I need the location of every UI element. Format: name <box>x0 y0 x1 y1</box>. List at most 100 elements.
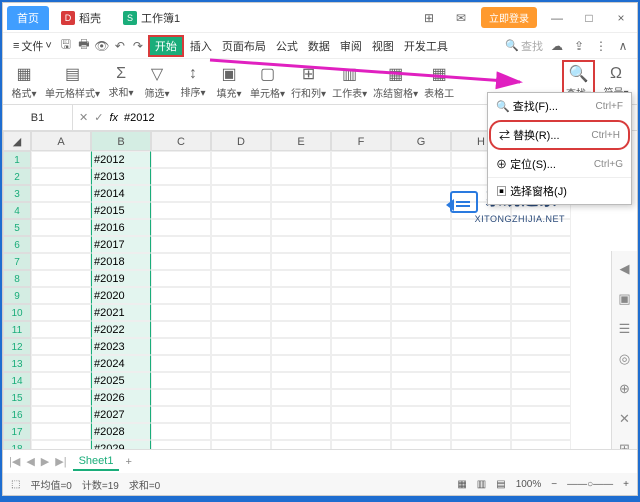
row-header[interactable]: 6 <box>3 236 31 253</box>
cell[interactable] <box>391 406 451 423</box>
cell[interactable] <box>211 321 271 338</box>
cell[interactable] <box>331 287 391 304</box>
dropdown-goto[interactable]: ⊕ 定位(S)... Ctrl+G <box>488 151 631 177</box>
cell[interactable] <box>271 185 331 202</box>
cell[interactable] <box>331 219 391 236</box>
row-header[interactable]: 12 <box>3 338 31 355</box>
cell[interactable] <box>31 287 91 304</box>
tab-workbook[interactable]: S工作簿1 <box>113 6 190 30</box>
cell[interactable] <box>151 389 211 406</box>
cell[interactable] <box>451 355 511 372</box>
cell[interactable] <box>511 389 571 406</box>
cell[interactable] <box>331 389 391 406</box>
dropdown-replace[interactable]: ⇄ 替换(R)... Ctrl+H <box>489 120 630 150</box>
dropdown-select-pane[interactable]: ▣ 选择窗格(J) <box>488 178 631 204</box>
close-button[interactable]: × <box>609 11 633 25</box>
tool-filter[interactable]: ▽筛选▾ <box>142 64 172 100</box>
cell[interactable] <box>451 270 511 287</box>
cell[interactable] <box>151 338 211 355</box>
cell[interactable] <box>331 185 391 202</box>
row-header[interactable]: 1 <box>3 151 31 168</box>
cell[interactable] <box>511 236 571 253</box>
cell[interactable] <box>511 253 571 270</box>
maximize-button[interactable]: □ <box>577 11 601 25</box>
cell[interactable] <box>451 304 511 321</box>
cell[interactable] <box>271 389 331 406</box>
cell[interactable] <box>151 372 211 389</box>
dropdown-find[interactable]: 🔍 查找(F)... Ctrl+F <box>488 93 631 119</box>
col-header[interactable]: C <box>151 131 211 151</box>
cell[interactable] <box>391 355 451 372</box>
view-break-icon[interactable]: ▤ <box>496 479 505 490</box>
cell[interactable]: #2014 <box>91 185 151 202</box>
cell[interactable] <box>391 304 451 321</box>
row-header[interactable]: 2 <box>3 168 31 185</box>
more-icon[interactable]: ⋮ <box>593 38 609 54</box>
cell[interactable] <box>151 202 211 219</box>
col-header[interactable]: G <box>391 131 451 151</box>
cell[interactable] <box>271 423 331 440</box>
cell[interactable] <box>31 304 91 321</box>
row-header[interactable]: 9 <box>3 287 31 304</box>
minimize-button[interactable]: — <box>545 11 569 25</box>
cell[interactable] <box>271 270 331 287</box>
cell[interactable] <box>211 236 271 253</box>
grid-icon[interactable]: ⊞ <box>417 11 441 25</box>
cell[interactable] <box>271 236 331 253</box>
tool-cell[interactable]: ▢单元格▾ <box>250 64 285 100</box>
cell[interactable] <box>211 219 271 236</box>
cell[interactable] <box>391 372 451 389</box>
cell[interactable] <box>211 372 271 389</box>
panel-icon[interactable]: ◎ <box>619 351 630 367</box>
print-icon[interactable]: 🖶 <box>76 38 92 54</box>
cell[interactable] <box>451 338 511 355</box>
cell[interactable] <box>211 440 271 449</box>
panel-icon[interactable]: ✕ <box>619 411 630 427</box>
cell[interactable] <box>151 219 211 236</box>
row-header[interactable]: 18 <box>3 440 31 449</box>
row-header[interactable]: 5 <box>3 219 31 236</box>
panel-icon[interactable]: ⊞ <box>619 441 630 449</box>
cell[interactable] <box>451 287 511 304</box>
cancel-icon[interactable]: ✕ <box>79 111 88 124</box>
tab-home[interactable]: 首页 <box>7 6 49 30</box>
panel-icon[interactable]: ⊕ <box>619 381 630 397</box>
cell[interactable] <box>211 151 271 168</box>
cell[interactable] <box>391 168 451 185</box>
cell[interactable] <box>511 440 571 449</box>
cell[interactable]: #2022 <box>91 321 151 338</box>
row-header[interactable]: 3 <box>3 185 31 202</box>
cell[interactable] <box>271 168 331 185</box>
cell[interactable]: #2023 <box>91 338 151 355</box>
cell[interactable] <box>331 270 391 287</box>
cell[interactable]: #2029 <box>91 440 151 449</box>
cell[interactable] <box>271 151 331 168</box>
cell[interactable] <box>31 185 91 202</box>
cell[interactable] <box>211 389 271 406</box>
tool-rowcol[interactable]: ⊞行和列▾ <box>291 64 326 100</box>
cell[interactable] <box>391 151 451 168</box>
cell[interactable] <box>211 270 271 287</box>
cell[interactable] <box>331 440 391 449</box>
search-hint[interactable]: 🔍 查找 <box>505 38 543 54</box>
cell[interactable] <box>511 219 571 236</box>
menu-tab-dev[interactable]: 开发工具 <box>400 36 452 56</box>
cell[interactable]: #2026 <box>91 389 151 406</box>
sheet-nav-last[interactable]: ▶| <box>55 455 66 468</box>
row-header[interactable]: 8 <box>3 270 31 287</box>
cell[interactable] <box>271 338 331 355</box>
cell[interactable] <box>451 406 511 423</box>
menu-tab-formula[interactable]: 公式 <box>272 36 302 56</box>
cell[interactable] <box>451 236 511 253</box>
menu-tab-layout[interactable]: 页面布局 <box>218 36 270 56</box>
cell[interactable] <box>391 185 451 202</box>
tool-freeze[interactable]: ▦冻结窗格▾ <box>373 64 418 100</box>
cell[interactable] <box>331 151 391 168</box>
cell[interactable] <box>271 440 331 449</box>
cell[interactable] <box>391 287 451 304</box>
zoom-slider[interactable]: ——○—— <box>567 479 613 490</box>
cell[interactable] <box>31 270 91 287</box>
cell[interactable] <box>331 338 391 355</box>
menu-tab-review[interactable]: 审阅 <box>336 36 366 56</box>
cell[interactable] <box>271 304 331 321</box>
